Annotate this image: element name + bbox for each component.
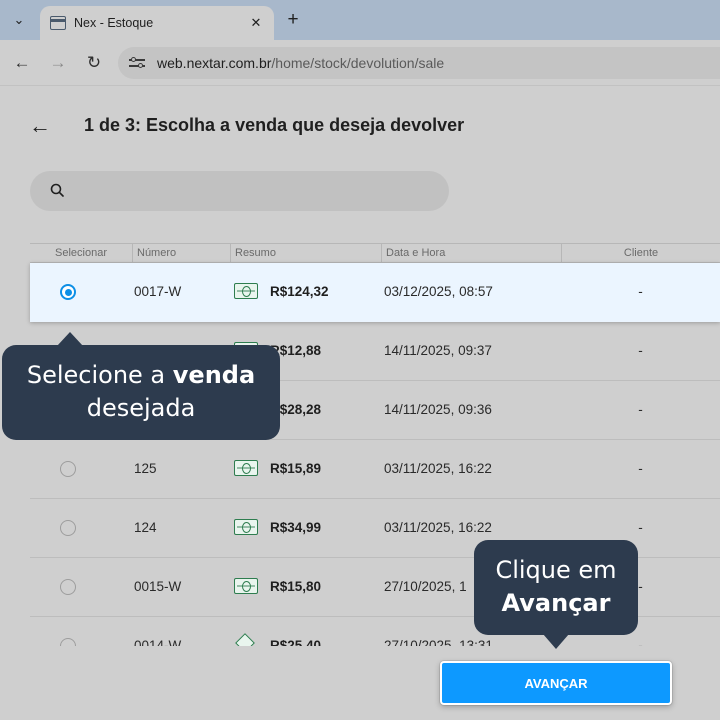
- tab-title: Nex - Estoque: [74, 16, 154, 30]
- row-client: -: [638, 402, 643, 417]
- search-input[interactable]: [74, 179, 434, 203]
- table-header: Selecionar Número Resumo Data e Hora Cli…: [30, 243, 720, 263]
- url-host: web.nextar.com.br: [157, 55, 272, 71]
- header-datetime: Data e Hora: [381, 244, 561, 263]
- tooltip-bold-text: Avançar: [501, 589, 611, 617]
- search-icon: [50, 183, 64, 197]
- address-bar[interactable]: web.nextar.com.br/home/stock/devolution/…: [118, 47, 720, 79]
- advance-button[interactable]: AVANÇAR: [440, 661, 672, 705]
- row-number: 124: [134, 520, 157, 535]
- site-settings-icon[interactable]: [128, 55, 146, 71]
- row-number: 0015-W: [134, 579, 182, 594]
- tooltip-bold-text: venda: [172, 361, 256, 389]
- tab-search-chevron-icon[interactable]: ⌄: [6, 8, 32, 32]
- row-client: -: [638, 284, 643, 299]
- tooltip-text: Selecione a: [26, 361, 173, 389]
- page-title: 1 de 3: Escolha a venda que deseja devol…: [84, 115, 465, 135]
- reload-icon[interactable]: ↻: [81, 50, 107, 76]
- row-value: R$15,80: [270, 579, 322, 594]
- row-datetime: 03/11/2025, 16:22: [384, 461, 492, 476]
- url-text: web.nextar.com.br/home/stock/devolution/…: [157, 55, 444, 71]
- row-radio-selected[interactable]: [60, 284, 76, 300]
- row-client: -: [638, 461, 643, 476]
- row-datetime: 14/11/2025, 09:37: [384, 343, 492, 358]
- row-client: -: [638, 343, 643, 358]
- page-back-icon[interactable]: ←: [28, 113, 52, 138]
- search-bar[interactable]: [30, 171, 449, 211]
- table-row[interactable]: 125 R$15,89 03/11/2025, 16:22 -: [30, 440, 720, 499]
- row-radio[interactable]: [60, 579, 76, 595]
- favicon-icon: [50, 16, 66, 30]
- header-select: Selecionar: [55, 247, 107, 259]
- row-datetime: 03/12/2025, 08:57: [384, 284, 493, 299]
- new-tab-icon[interactable]: +: [282, 8, 304, 32]
- row-number: 0017-W: [134, 284, 182, 299]
- advance-tooltip: Clique em Avançar: [474, 540, 638, 649]
- table-row[interactable]: 0017-W R$124,32 03/12/2025, 08:57 -: [30, 263, 720, 322]
- row-radio[interactable]: [60, 461, 76, 477]
- header-number: Número: [132, 244, 230, 263]
- tooltip-line: Avançar: [474, 587, 638, 620]
- money-icon: [234, 460, 258, 476]
- row-client: -: [638, 520, 643, 535]
- row-number: 125: [134, 461, 157, 476]
- money-icon: [234, 519, 258, 535]
- row-value: R$124,32: [270, 284, 329, 299]
- row-datetime: 14/11/2025, 09:36: [384, 402, 492, 417]
- browser-tabstrip: ⌄ Nex - Estoque ✕ +: [0, 0, 720, 40]
- row-value: R$15,89: [270, 461, 322, 476]
- money-icon: [234, 283, 258, 299]
- select-sale-tooltip: Selecione a venda desejada: [2, 332, 280, 440]
- forward-arrow-icon[interactable]: →: [45, 50, 71, 76]
- row-radio[interactable]: [60, 520, 76, 536]
- browser-tab[interactable]: Nex - Estoque ✕: [40, 6, 274, 40]
- row-datetime: 03/11/2025, 16:22: [384, 520, 492, 535]
- header-summary: Resumo: [230, 244, 381, 263]
- row-value: R$34,99: [270, 520, 322, 535]
- tab-close-icon[interactable]: ✕: [248, 15, 264, 31]
- money-icon: [234, 578, 258, 594]
- tooltip-line: desejada: [86, 394, 196, 422]
- back-arrow-icon[interactable]: ←: [9, 50, 35, 76]
- row-datetime: 27/10/2025, 1: [384, 579, 467, 594]
- browser-toolbar: ← → ↻ web.nextar.com.br/home/stock/devol…: [0, 40, 720, 86]
- header-client: Cliente: [561, 244, 720, 263]
- tooltip-line: Selecione a venda: [2, 359, 280, 392]
- url-path: /home/stock/devolution/sale: [271, 55, 445, 71]
- tooltip-line: Clique em: [495, 556, 617, 584]
